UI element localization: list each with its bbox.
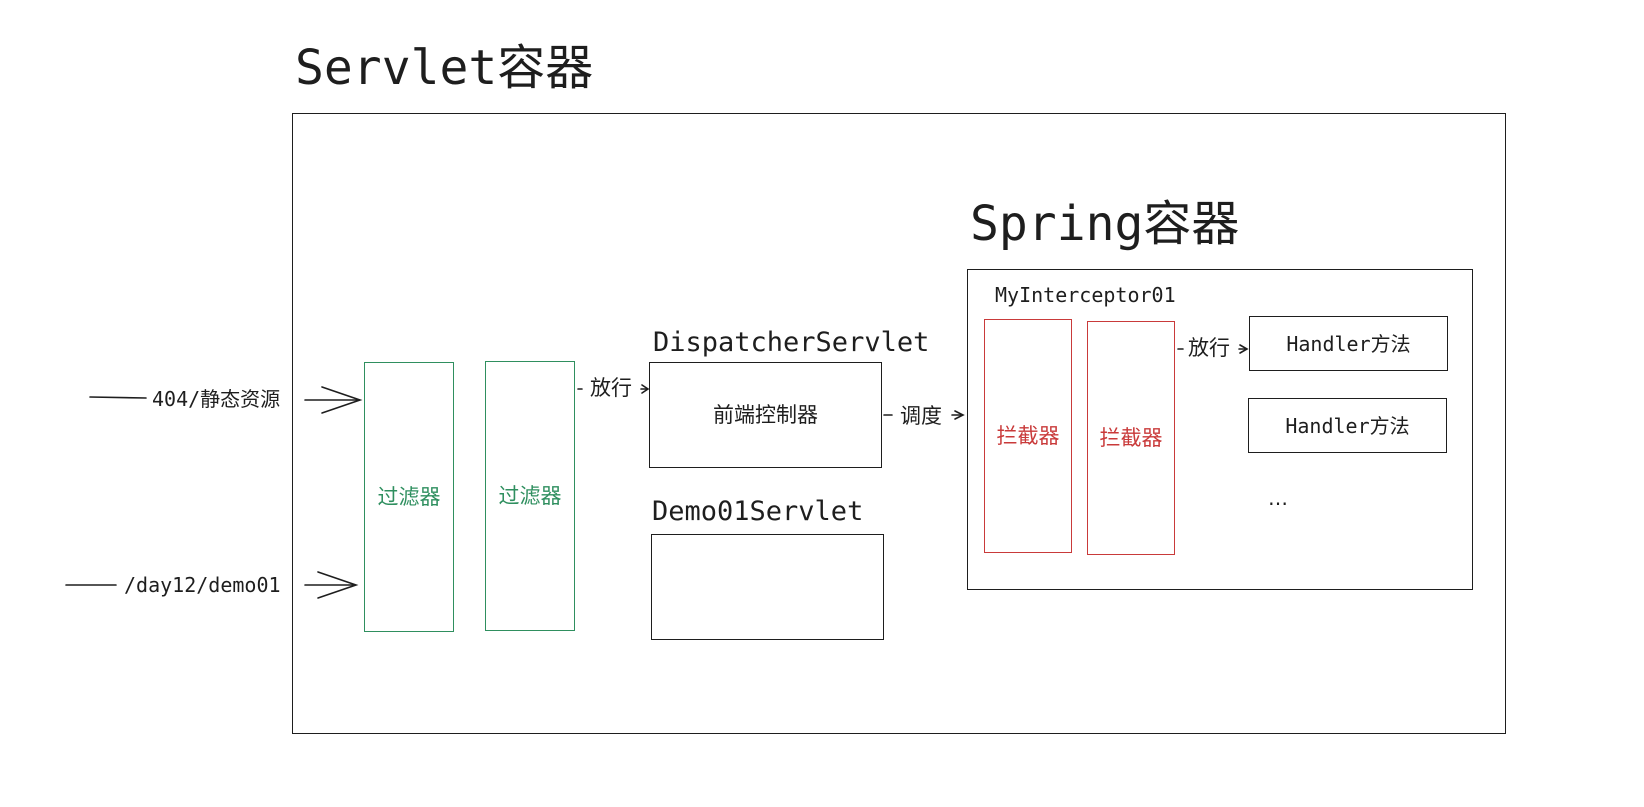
static-input-tail-line xyxy=(89,396,147,399)
connectors-layer xyxy=(65,344,1249,599)
